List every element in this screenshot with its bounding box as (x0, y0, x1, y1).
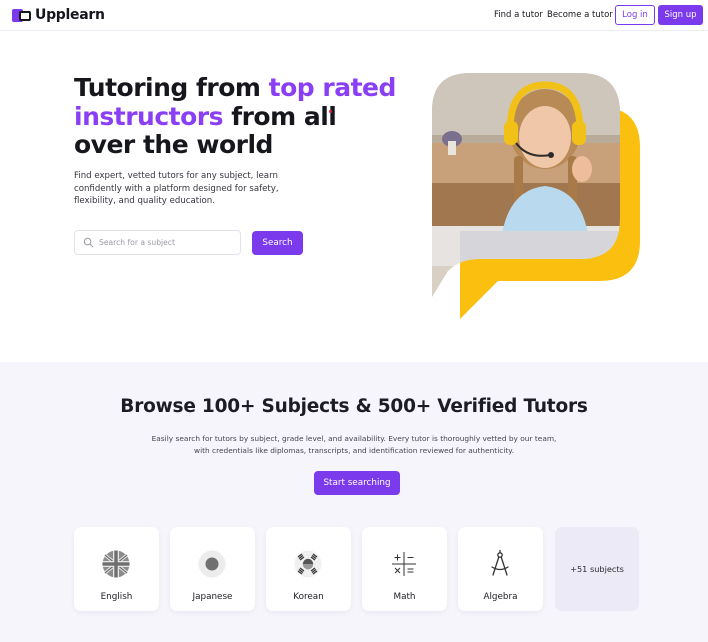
subject-card-algebra[interactable]: Algebra (458, 527, 543, 611)
search-input[interactable] (99, 238, 229, 247)
hero-subtitle: Find expert, vetted tutors for any subje… (74, 171, 279, 207)
nav-find-tutor[interactable]: Find a tutor (494, 10, 543, 20)
subject-label-english: English (100, 592, 133, 602)
subject-card-korean[interactable]: Korean (266, 527, 351, 611)
logo-mark-icon (12, 8, 31, 22)
decorative-dot (329, 110, 332, 113)
subject-label-algebra: Algebra (483, 592, 518, 602)
signup-button[interactable]: Sign up (658, 5, 703, 25)
nav-become-tutor[interactable]: Become a tutor (547, 10, 613, 20)
subject-search-field[interactable] (74, 230, 241, 255)
hero-title-part1: Tutoring from (74, 73, 269, 102)
subject-card-english[interactable]: English (74, 527, 159, 611)
japan-flag-icon (198, 550, 226, 578)
brand-logo[interactable]: Upplearn (12, 7, 105, 23)
brand-name: Upplearn (35, 7, 105, 23)
start-searching-button[interactable]: Start searching (314, 471, 400, 495)
compass-icon (491, 549, 509, 576)
korea-flag-icon (294, 550, 322, 578)
search-icon (83, 237, 94, 248)
uk-flag-icon (102, 550, 130, 578)
subject-label-math: Math (393, 592, 416, 602)
login-button[interactable]: Log in (615, 5, 655, 25)
subject-card-math[interactable]: Math (362, 527, 447, 611)
search-button[interactable]: Search (252, 231, 303, 255)
top-navbar: Upplearn Find a tutor Become a tutor Log… (0, 0, 708, 31)
math-symbols-icon (392, 552, 416, 576)
subject-label-korean: Korean (293, 592, 324, 602)
subjects-subtitle: Easily search for tutors by subject, gra… (151, 434, 557, 455)
hero-photo-student-headset (432, 73, 640, 319)
more-subjects-card[interactable]: +51 subjects (555, 527, 639, 611)
subjects-title: Browse 100+ Subjects & 500+ Verified Tut… (120, 396, 588, 417)
subject-card-japanese[interactable]: Japanese (170, 527, 255, 611)
subject-label-japanese: Japanese (192, 592, 233, 602)
hero-title: Tutoring from top rated instructors from… (74, 73, 404, 160)
